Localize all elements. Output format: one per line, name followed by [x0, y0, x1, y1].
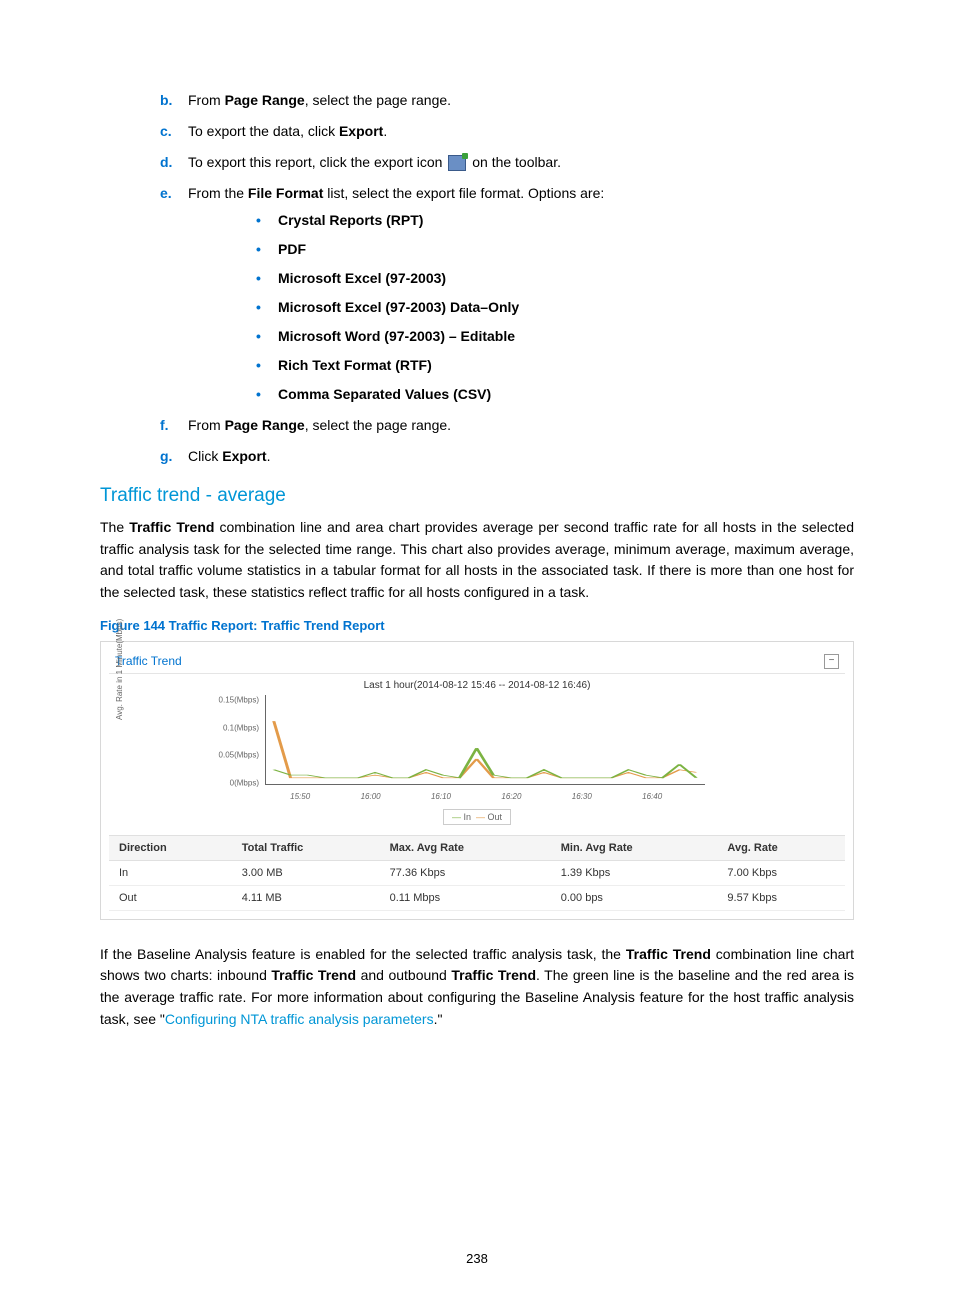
panel-header: Traffic Trend −: [109, 650, 845, 673]
chart-title: Last 1 hour(2014-08-12 15:46 -- 2014-08-…: [109, 680, 845, 691]
y-tick: 0.05(Mbps): [219, 751, 259, 760]
cell: 0.11 Mbps: [380, 885, 551, 910]
figure-panel: Traffic Trend − Last 1 hour(2014-08-12 1…: [100, 641, 854, 920]
text: and outbound: [356, 967, 451, 983]
th-avg: Avg. Rate: [717, 835, 845, 860]
text: File Format: [248, 185, 323, 201]
text: To export the data, click: [188, 123, 339, 139]
list-item: Microsoft Word (97-2003) – Editable: [256, 326, 854, 347]
table-row: Out 4.11 MB 0.11 Mbps 0.00 bps 9.57 Kbps: [109, 885, 845, 910]
y-tick: 0.1(Mbps): [223, 723, 259, 732]
chart-lines: [265, 695, 705, 785]
text: Page Range: [225, 92, 305, 108]
cell: 0.00 bps: [551, 885, 718, 910]
link-nta-params[interactable]: Configuring NTA traffic analysis paramet…: [165, 1011, 434, 1027]
step-c: c. To export the data, click Export.: [188, 121, 854, 142]
step-e: e. From the File Format list, select the…: [188, 183, 854, 405]
page-number: 238: [100, 1251, 854, 1266]
x-tick: 15:50: [290, 792, 310, 801]
th-total: Total Traffic: [232, 835, 380, 860]
figure-caption: Figure 144 Traffic Report: Traffic Trend…: [100, 618, 854, 633]
legend-in: In: [463, 812, 471, 822]
y-tick: 0.15(Mbps): [219, 696, 259, 705]
document-page: b. From Page Range, select the page rang…: [0, 0, 954, 1306]
text: Traffic Trend: [451, 967, 536, 983]
panel-title: Traffic Trend: [115, 654, 182, 668]
list-item: Microsoft Excel (97-2003): [256, 268, 854, 289]
th-direction: Direction: [109, 835, 232, 860]
list-item: Comma Separated Values (CSV): [256, 384, 854, 405]
text: Page Range: [225, 417, 305, 433]
section-heading: Traffic trend - average: [100, 485, 854, 507]
text: .: [267, 448, 271, 464]
step-g: g. Click Export.: [188, 446, 854, 467]
text: Traffic Trend: [271, 967, 356, 983]
text: From the: [188, 185, 248, 201]
collapse-icon[interactable]: −: [824, 654, 839, 669]
text: Export: [339, 123, 383, 139]
th-max: Max. Avg Rate: [380, 835, 551, 860]
x-tick: 16:40: [642, 792, 662, 801]
x-tick: 16:30: [572, 792, 592, 801]
chart: Last 1 hour(2014-08-12 15:46 -- 2014-08-…: [109, 673, 845, 825]
y-tick: 0(Mbps): [230, 778, 259, 787]
text: From: [188, 92, 225, 108]
text: Export: [222, 448, 266, 464]
paragraph: If the Baseline Analysis feature is enab…: [100, 944, 854, 1031]
text: Traffic Trend: [626, 946, 711, 962]
text: To export this report, click the export …: [188, 154, 446, 170]
th-min: Min. Avg Rate: [551, 835, 718, 860]
export-icon: [448, 155, 466, 171]
legend-out: Out: [488, 812, 503, 822]
list-item: Rich Text Format (RTF): [256, 355, 854, 376]
text: on the toolbar.: [468, 154, 561, 170]
cell: 77.36 Kbps: [380, 860, 551, 885]
x-tick: 16:20: [501, 792, 521, 801]
stats-table: Direction Total Traffic Max. Avg Rate Mi…: [109, 835, 845, 911]
text: If the Baseline Analysis feature is enab…: [100, 946, 626, 962]
list-item: Crystal Reports (RPT): [256, 210, 854, 231]
table-row: In 3.00 MB 77.36 Kbps 1.39 Kbps 7.00 Kbp…: [109, 860, 845, 885]
file-format-list: Crystal Reports (RPT) PDF Microsoft Exce…: [188, 210, 854, 405]
text: combination line and area chart provides…: [100, 519, 854, 600]
chart-legend: — In — Out: [443, 809, 511, 825]
cell: 4.11 MB: [232, 885, 380, 910]
cell: 3.00 MB: [232, 860, 380, 885]
text: .": [434, 1011, 443, 1027]
x-tick: 16:10: [431, 792, 451, 801]
step-f: f. From Page Range, select the page rang…: [188, 415, 854, 436]
text: Click: [188, 448, 222, 464]
step-b: b. From Page Range, select the page rang…: [188, 90, 854, 111]
paragraph: The Traffic Trend combination line and a…: [100, 517, 854, 604]
list-item: PDF: [256, 239, 854, 260]
cell: 9.57 Kbps: [717, 885, 845, 910]
cell: 7.00 Kbps: [717, 860, 845, 885]
cell: Out: [109, 885, 232, 910]
text: , select the page range.: [305, 417, 451, 433]
step-d: d. To export this report, click the expo…: [188, 152, 854, 173]
steps-list: b. From Page Range, select the page rang…: [100, 90, 854, 467]
x-tick: 16:00: [361, 792, 381, 801]
text: From: [188, 417, 225, 433]
text: Traffic Trend: [129, 519, 214, 535]
chart-plot: Avg. Rate in 1 Minute(Mbps) 0.15(Mbps) 0…: [265, 695, 705, 805]
list-item: Microsoft Excel (97-2003) Data–Only: [256, 297, 854, 318]
text: list, select the export file format. Opt…: [323, 185, 604, 201]
cell: 1.39 Kbps: [551, 860, 718, 885]
y-axis-label: Avg. Rate in 1 Minute(Mbps): [115, 619, 124, 720]
text: .: [383, 123, 387, 139]
text: The: [100, 519, 129, 535]
text: , select the page range.: [305, 92, 451, 108]
cell: In: [109, 860, 232, 885]
